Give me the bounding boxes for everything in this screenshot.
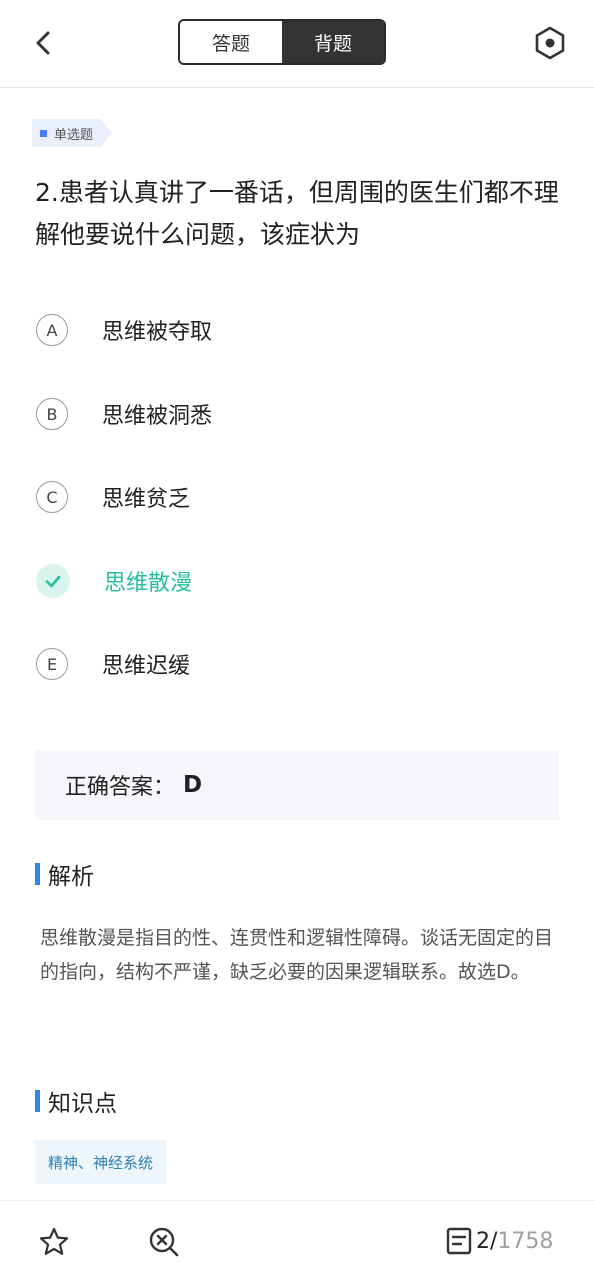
option-a[interactable]: A 思维被夺取 <box>36 310 536 350</box>
correct-mark <box>36 564 70 598</box>
analysis-text: 思维散漫是指目的性、连贯性和逻辑性障碍。谈话无固定的目的指向，结构不严谨，缺乏必… <box>40 927 554 983</box>
option-c[interactable]: C 思维贫乏 <box>36 477 536 517</box>
settings-hexagon-icon <box>535 26 565 60</box>
progress-total: 1758 <box>497 1228 554 1254</box>
section-bar <box>35 863 40 885</box>
question-type-label: 单选题 <box>54 127 94 143</box>
option-letter: A <box>36 314 68 346</box>
list-icon <box>446 1227 472 1255</box>
option-text: 思维被洞悉 <box>102 404 213 429</box>
error-search-icon <box>149 1227 179 1257</box>
knowledge-heading: 知识点 <box>35 1084 117 1118</box>
option-e[interactable]: E 思维迟缓 <box>36 644 536 684</box>
question-progress[interactable]: 2/ 1758 <box>446 1227 553 1255</box>
option-d[interactable]: 思维散漫 <box>36 561 536 601</box>
back-arrow-icon <box>36 31 50 55</box>
error-report-button[interactable] <box>147 1225 181 1259</box>
check-icon <box>45 575 61 588</box>
option-b[interactable]: B 思维被洞悉 <box>36 394 536 434</box>
back-button[interactable] <box>30 26 60 60</box>
option-text: 思维贫乏 <box>102 487 191 512</box>
progress-current: 2/ <box>476 1228 498 1254</box>
mode-switch: 答题 背题 <box>178 19 386 65</box>
question-type-tag: 单选题 <box>32 119 112 147</box>
analysis-heading: 解析 <box>35 857 94 891</box>
top-bar: 答题 背题 <box>0 0 594 88</box>
correct-answer-value: D <box>183 772 203 798</box>
knowledge-tag[interactable]: 精神、神经系统 <box>35 1140 167 1184</box>
option-text: 思维被夺取 <box>102 320 213 345</box>
knowledge-title: 知识点 <box>48 1091 117 1117</box>
option-letter: B <box>36 398 68 430</box>
tab-review[interactable]: 背题 <box>282 21 384 63</box>
option-letter: E <box>36 648 68 680</box>
bottom-bar: 2/ 1758 <box>0 1200 594 1281</box>
option-text: 思维散漫 <box>104 571 193 596</box>
question-text: 2.患者认真讲了一番话，但周围的医生们都不理解他要说什么问题，该症状为 <box>35 178 559 249</box>
tab-answer[interactable]: 答题 <box>180 21 282 63</box>
correct-answer-label: 正确答案： <box>65 775 176 800</box>
option-text: 思维迟缓 <box>102 654 191 679</box>
analysis-title: 解析 <box>48 864 94 890</box>
correct-answer-box: 正确答案： D <box>35 750 559 820</box>
tag-dot-icon <box>40 129 47 137</box>
option-letter: C <box>36 481 68 513</box>
star-icon <box>39 1227 69 1255</box>
favorite-button[interactable] <box>38 1226 70 1258</box>
settings-button[interactable] <box>532 25 568 61</box>
section-bar <box>35 1090 40 1112</box>
